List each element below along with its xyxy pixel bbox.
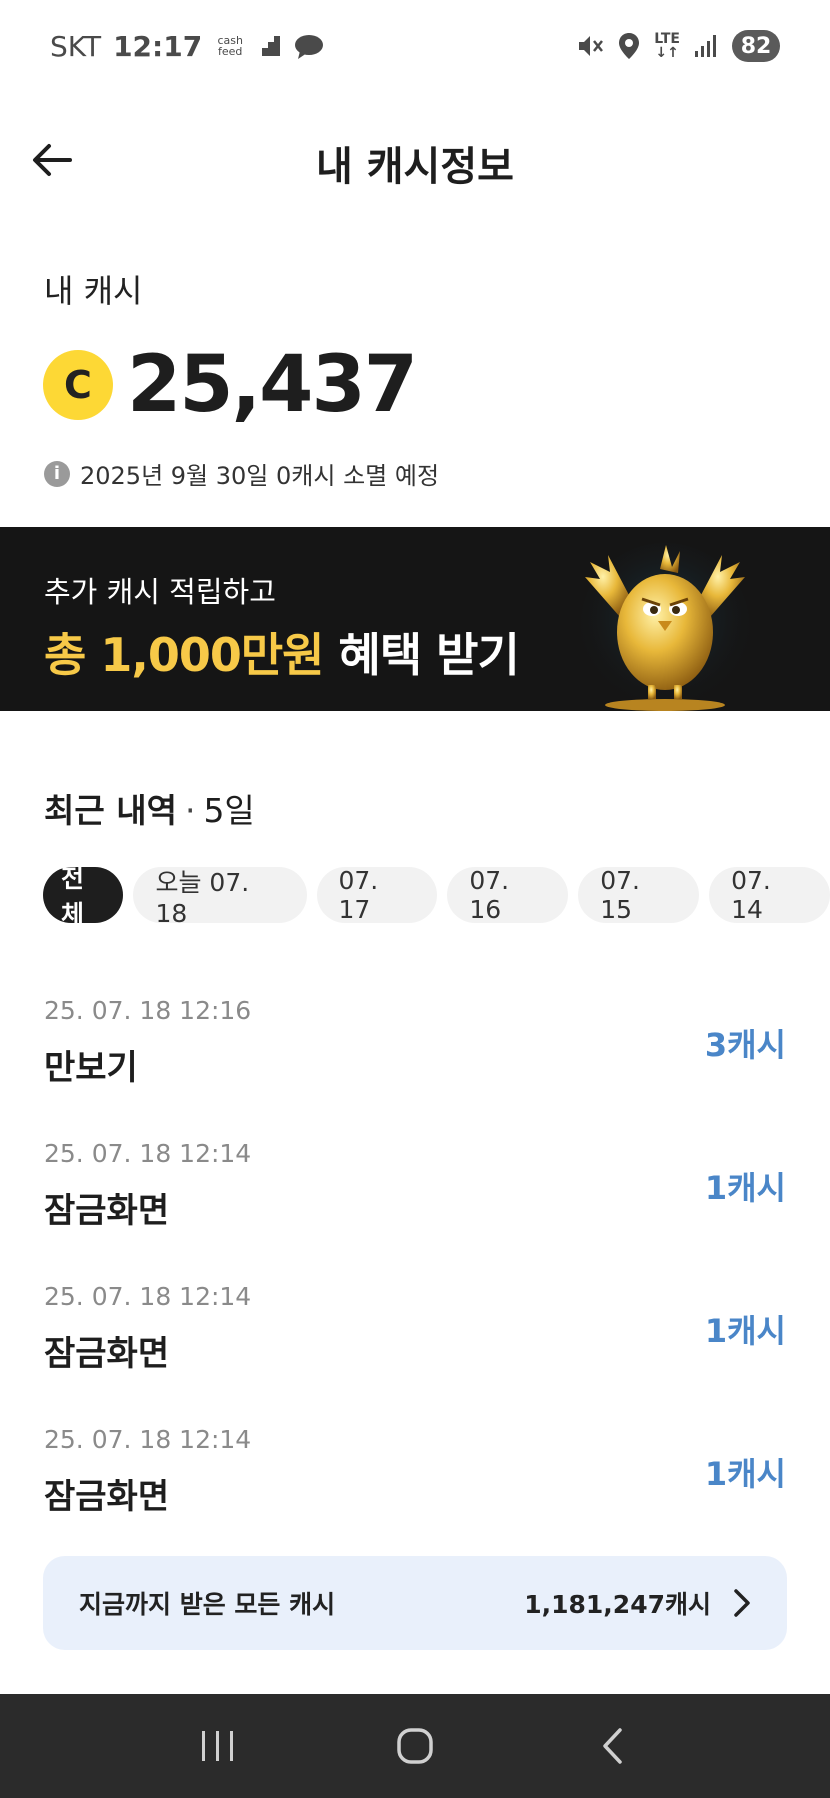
history-amount: 1캐시: [704, 1455, 786, 1493]
cashfeed-notification-icon: cash feed: [217, 34, 243, 58]
history-amount: 3캐시: [704, 1026, 786, 1064]
recent-apps-button[interactable]: [178, 1706, 258, 1786]
total-cash-value: 1,181,247캐시: [524, 1590, 711, 1619]
banner-headline: 총 1,000만원 혜택 받기: [44, 619, 520, 685]
battery-indicator: 82: [732, 30, 780, 62]
banner-highlight: 총 1,000만원: [44, 628, 324, 682]
history-time: 25. 07. 18 12:16: [44, 996, 252, 1025]
nav-back-button[interactable]: [572, 1706, 652, 1786]
lte-icon: LTE ↓↑: [654, 31, 680, 61]
history-amount: 1캐시: [704, 1312, 786, 1350]
total-cash-button[interactable]: 지금까지 받은 모든 캐시 1,181,247캐시: [43, 1556, 787, 1650]
nav-back-icon: [602, 1728, 622, 1764]
banner-headline-rest: 혜택 받기: [323, 628, 519, 682]
expire-notice-row: i 2025년 9월 30일 0캐시 소멸 예정: [44, 456, 439, 491]
chat-bubble-notification-icon: [295, 35, 324, 59]
signal-icon: [695, 35, 716, 57]
promo-banner[interactable]: 추가 캐시 적립하고 총 1,000만원 혜택 받기: [0, 527, 830, 711]
date-filter-chips: 전체 오늘 07. 18 07. 17 07. 16 07. 15 07. 14: [43, 864, 830, 929]
info-icon: i: [44, 460, 70, 487]
status-left: SKT 12:17 cash feed: [50, 26, 324, 66]
carrier-label: SKT: [50, 29, 102, 63]
mute-icon: [579, 36, 604, 56]
list-item[interactable]: 25. 07. 18 12:14 잠금화면 1캐시: [0, 1133, 830, 1276]
chip-0717[interactable]: 07. 17: [316, 866, 438, 924]
my-cash-label: 내 캐시: [44, 272, 143, 310]
chip-all[interactable]: 전체: [43, 864, 124, 929]
chip-0714[interactable]: 07. 14: [709, 866, 830, 924]
location-icon: [619, 33, 640, 59]
history-list: 25. 07. 18 12:16 만보기 3캐시 25. 07. 18 12:1…: [0, 990, 830, 1562]
chevron-right-icon: [734, 1589, 750, 1617]
cash-balance-row: C 25,437: [43, 340, 418, 430]
banner-subtitle: 추가 캐시 적립하고: [44, 575, 276, 609]
history-title: 잠금화면: [44, 1477, 170, 1517]
system-nav-bar: [0, 1694, 830, 1798]
history-time: 25. 07. 18 12:14: [44, 1139, 252, 1168]
list-item[interactable]: 25. 07. 18 12:14 잠금화면 1캐시: [0, 1276, 830, 1419]
list-item[interactable]: 25. 07. 18 12:14 잠금화면 1캐시: [0, 1419, 830, 1562]
total-cash-label: 지금까지 받은 모든 캐시: [79, 1590, 336, 1619]
home-button[interactable]: [375, 1706, 455, 1786]
list-item[interactable]: 25. 07. 18 12:16 만보기 3캐시: [0, 990, 830, 1133]
app-header: 내 캐시정보: [0, 110, 830, 210]
chip-0716[interactable]: 07. 16: [447, 866, 569, 924]
history-title: 만보기: [44, 1048, 138, 1088]
home-icon: [397, 1728, 433, 1764]
history-title: 잠금화면: [44, 1334, 170, 1374]
history-amount: 1캐시: [704, 1169, 786, 1207]
status-bar: SKT 12:17 cash feed LTE ↓↑ 82: [0, 0, 830, 92]
recent-history-title: 최근 내역 · 5일: [44, 791, 255, 830]
cash-coin-icon: C: [43, 350, 113, 420]
history-time: 25. 07. 18 12:14: [44, 1425, 252, 1454]
stairs-notification-icon: [260, 36, 281, 56]
chip-today[interactable]: 오늘 07. 18: [133, 867, 307, 928]
chip-0715[interactable]: 07. 15: [578, 866, 700, 924]
clock: 12:17: [113, 29, 203, 63]
history-title: 잠금화면: [44, 1191, 170, 1231]
history-time: 25. 07. 18 12:14: [44, 1282, 252, 1311]
page-title: 내 캐시정보: [316, 144, 514, 190]
golden-chick-image: [580, 543, 750, 711]
expire-notice: 2025년 9월 30일 0캐시 소멸 예정: [80, 462, 440, 490]
cash-balance: 25,437: [127, 340, 418, 430]
recent-apps-icon: [202, 1731, 234, 1761]
recent-period: 5일: [203, 791, 255, 830]
status-right: LTE ↓↑ 82: [576, 26, 780, 66]
